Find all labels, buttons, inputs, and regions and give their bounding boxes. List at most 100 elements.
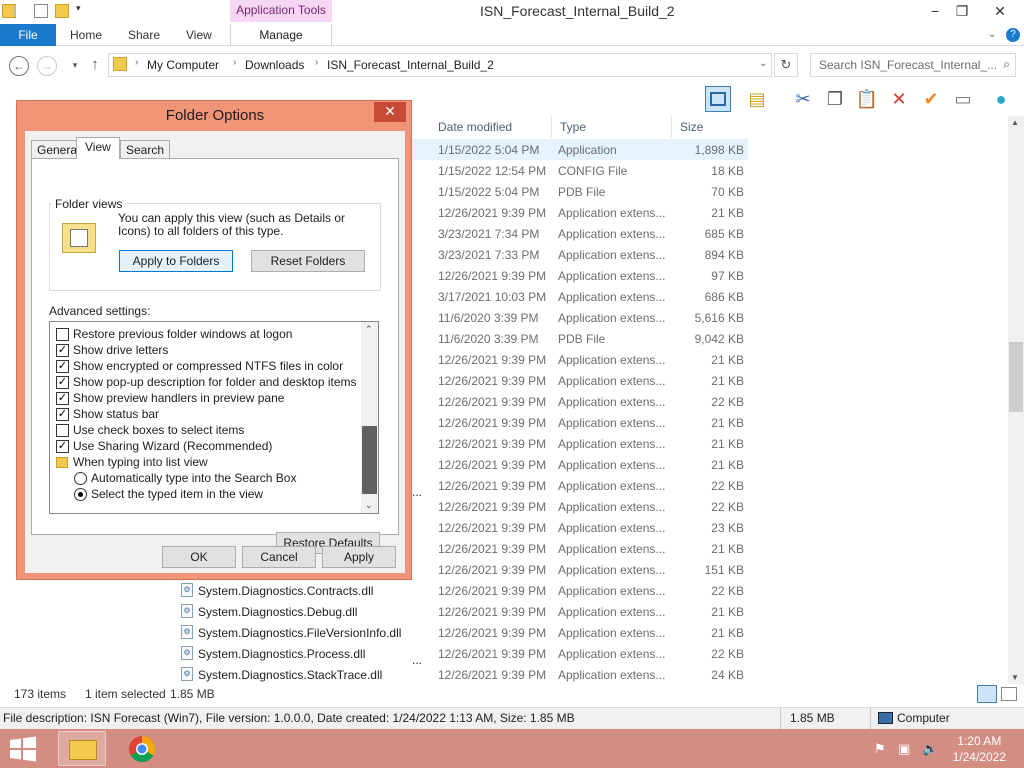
- delete-icon[interactable]: ✕: [886, 86, 912, 112]
- action-center-icon[interactable]: ⚑: [874, 741, 886, 757]
- dialog-title: Folder Options: [165, 107, 265, 124]
- dll-file-icon: ⚙: [181, 625, 193, 639]
- address-bar[interactable]: › My Computer › Downloads › ISN_Forecast…: [108, 53, 772, 77]
- table-row[interactable]: ⚙ System.Diagnostics.Debug.dll 12/26/2021 …: [170, 601, 748, 622]
- checkbox-checked[interactable]: ✓: [56, 440, 69, 453]
- scroll-down-icon[interactable]: ▼: [1011, 673, 1019, 682]
- radio-selected[interactable]: [74, 488, 87, 501]
- rename-icon[interactable]: ▭: [950, 86, 976, 112]
- dialog-close-button[interactable]: ✕: [374, 102, 406, 122]
- breadcrumb-separator[interactable]: ›: [233, 57, 236, 68]
- column-headers: Date modified Type Size: [430, 116, 750, 138]
- clock[interactable]: 1:20 AM 1/24/2022: [953, 733, 1006, 765]
- customize-quick-access-icon[interactable]: ▾: [76, 3, 86, 17]
- radio-unselected[interactable]: [74, 472, 87, 485]
- details-size: 1.85 MB: [790, 711, 835, 725]
- paste-icon[interactable]: 📋: [854, 86, 880, 112]
- forward-icon[interactable]: →: [37, 56, 57, 76]
- expand-ribbon-icon[interactable]: ⌄: [988, 24, 996, 46]
- globe-icon[interactable]: ●: [988, 86, 1014, 112]
- scroll-up-icon[interactable]: ▲: [1011, 118, 1019, 127]
- file-type: PDB File: [558, 332, 606, 346]
- search-input[interactable]: Search ISN_Forecast_Internal_... ⌕: [810, 53, 1016, 77]
- file-type: Application extens...: [558, 563, 666, 577]
- breadcrumb-separator[interactable]: ›: [135, 57, 138, 68]
- breadcrumb-downloads[interactable]: Downloads: [245, 58, 304, 72]
- reset-folders-button[interactable]: Reset Folders: [251, 250, 365, 272]
- new-folder-icon[interactable]: [55, 4, 69, 18]
- view-tab-panel: Folder views You can apply this view (su…: [31, 158, 399, 554]
- status-bar: 173 items 1 item selected 1.85 MB: [0, 684, 1024, 706]
- tab-manage[interactable]: Manage: [230, 24, 332, 46]
- breadcrumb-my-computer[interactable]: My Computer: [147, 58, 219, 72]
- setting-label: Show preview handlers in preview pane: [73, 391, 285, 405]
- context-tab-application-tools: Application Tools: [230, 0, 332, 22]
- file-list-scrollbar[interactable]: ▲ ▼: [1008, 116, 1024, 684]
- table-row[interactable]: ⚙ System.Diagnostics.Process.dll 12/26/202…: [170, 643, 748, 664]
- address-dropdown-icon[interactable]: ⌄: [759, 58, 767, 69]
- column-date-modified[interactable]: Date modified: [430, 116, 552, 138]
- file-date: 1/15/2022 12:54 PM: [438, 164, 547, 178]
- recent-locations-icon[interactable]: ▾: [65, 56, 85, 76]
- advanced-settings-scrollbar[interactable]: ⌃ ⌄: [361, 322, 378, 513]
- file-date: 12/26/2021 9:39 PM: [438, 605, 547, 619]
- checkbox-unchecked[interactable]: [56, 328, 69, 341]
- apply-to-folders-button[interactable]: Apply to Folders: [119, 250, 233, 272]
- checkbox-checked[interactable]: ✓: [56, 408, 69, 421]
- advanced-settings-scroll-thumb[interactable]: [362, 426, 377, 494]
- back-icon[interactable]: ←: [9, 56, 29, 76]
- tab-share[interactable]: Share: [128, 24, 160, 46]
- apply-button[interactable]: Apply: [322, 546, 396, 568]
- checkbox-checked[interactable]: ✓: [56, 376, 69, 389]
- checkbox-checked[interactable]: ✓: [56, 344, 69, 357]
- minimize-button[interactable]: −: [921, 2, 949, 20]
- selected-count: 1 item selected: [85, 687, 166, 701]
- preview-pane-icon[interactable]: [705, 86, 731, 112]
- copy-icon[interactable]: ❐: [822, 86, 848, 112]
- column-type[interactable]: Type: [552, 116, 672, 138]
- column-size[interactable]: Size: [672, 116, 750, 138]
- advanced-settings-list: Restore previous folder windows at logon…: [49, 321, 379, 514]
- tab-home[interactable]: Home: [70, 24, 102, 46]
- help-icon[interactable]: ?: [1006, 28, 1020, 42]
- breadcrumb-current-folder[interactable]: ISN_Forecast_Internal_Build_2: [327, 58, 494, 72]
- scroll-down-icon[interactable]: ⌄: [365, 500, 373, 511]
- folder-icon: [113, 57, 127, 71]
- file-size: 21 KB: [711, 374, 744, 388]
- cut-icon[interactable]: ✂: [790, 86, 816, 112]
- volume-icon[interactable]: 🔈: [922, 741, 938, 757]
- restore-button[interactable]: ❐: [948, 2, 976, 20]
- tab-search[interactable]: Search: [120, 140, 171, 160]
- start-button[interactable]: [8, 736, 38, 762]
- up-icon[interactable]: ↑: [85, 56, 105, 76]
- properties-icon[interactable]: [34, 4, 48, 18]
- checkbox-checked[interactable]: ✓: [56, 392, 69, 405]
- refresh-button[interactable]: ↻: [774, 53, 798, 77]
- checkbox-checked[interactable]: ✓: [56, 360, 69, 373]
- table-row[interactable]: ⚙ System.Diagnostics.StackTrace.dll 12/26/…: [170, 664, 748, 685]
- ok-button[interactable]: OK: [162, 546, 236, 568]
- table-row[interactable]: ⚙ System.Diagnostics.FileVersionInfo.dll 1…: [170, 622, 748, 643]
- cancel-button[interactable]: Cancel: [242, 546, 316, 568]
- large-icons-view-icon[interactable]: [1001, 687, 1017, 701]
- tab-file[interactable]: File: [0, 24, 56, 46]
- taskbar-chrome[interactable]: [118, 731, 166, 766]
- file-size: 21 KB: [711, 416, 744, 430]
- taskbar-file-explorer[interactable]: [58, 731, 106, 766]
- tab-view[interactable]: View: [186, 24, 212, 46]
- table-row[interactable]: ⚙ System.Diagnostics.Contracts.dll 12/26/2…: [170, 580, 748, 601]
- file-type: Application extens...: [558, 416, 666, 430]
- folder-properties-icon[interactable]: ▤: [744, 86, 770, 112]
- network-icon[interactable]: ▣: [898, 741, 910, 757]
- tab-view-options[interactable]: View: [76, 137, 120, 159]
- file-list-scroll-thumb[interactable]: [1009, 342, 1023, 412]
- file-date: 12/26/2021 9:39 PM: [438, 437, 547, 451]
- check-icon[interactable]: ✔: [918, 86, 944, 112]
- scroll-up-icon[interactable]: ⌃: [365, 324, 373, 335]
- details-view-icon[interactable]: [977, 685, 997, 703]
- breadcrumb-separator[interactable]: ›: [315, 57, 318, 68]
- setting-label: Select the typed item in the view: [91, 487, 264, 501]
- checkbox-unchecked[interactable]: [56, 424, 69, 437]
- close-window-button[interactable]: ✕: [982, 2, 1018, 20]
- file-type: Application extens...: [558, 479, 666, 493]
